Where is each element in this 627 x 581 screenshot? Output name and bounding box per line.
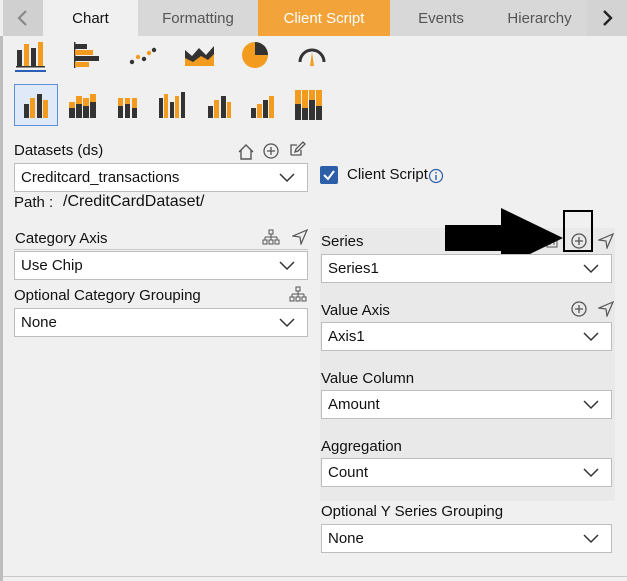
left-divider [0, 36, 3, 581]
add-value-axis-icon[interactable] [570, 300, 588, 318]
hierarchy-icon[interactable] [262, 229, 280, 247]
area-chart-icon[interactable] [184, 42, 216, 68]
chevron-left-icon [17, 10, 27, 26]
optional-category-grouping-value: None [21, 314, 57, 331]
chevron-down-icon [583, 332, 599, 342]
value-axis-select[interactable]: Axis1 [321, 322, 612, 351]
add-series-icon[interactable] [570, 232, 588, 250]
tab-formatting-label: Formatting [162, 9, 234, 27]
chevron-down-icon [279, 173, 295, 183]
dataset-select[interactable]: Creditcard_transactions [14, 163, 308, 192]
value-column-value: Amount [328, 396, 380, 413]
chevron-down-icon [583, 534, 599, 544]
value-column-select[interactable]: Amount [321, 390, 612, 419]
path-value: /CreditCardDataset/ [63, 193, 205, 210]
info-icon[interactable] [428, 168, 444, 184]
aggregation-select[interactable]: Count [321, 458, 612, 487]
optional-category-grouping-select[interactable]: None [14, 308, 308, 337]
clustered-column-variant-icon[interactable] [22, 90, 52, 120]
chevron-down-icon [583, 468, 599, 478]
navigate-icon[interactable] [598, 233, 614, 249]
category-axis-select[interactable]: Use Chip [14, 251, 308, 280]
stacked-column-variant-icon[interactable] [68, 90, 98, 120]
tab-formatting[interactable]: Formatting [138, 0, 258, 36]
value-axis-label: Value Axis [321, 302, 390, 319]
series-select[interactable]: Series1 [321, 254, 612, 283]
client-script-checkbox[interactable] [320, 166, 338, 184]
tab-chart-label: Chart [72, 9, 109, 27]
percent-stacked-column-variant-icon[interactable] [114, 92, 144, 120]
tab-client-script[interactable]: Client Script [258, 0, 390, 36]
scatter-chart-icon[interactable] [128, 45, 158, 67]
grouped-column-variant-icon[interactable] [158, 90, 188, 120]
client-script-label: Client Script [347, 166, 428, 183]
series-label: Series [321, 233, 364, 250]
aggregation-label: Aggregation [321, 438, 402, 455]
ascending-column-variant-icon[interactable] [248, 92, 278, 120]
scroll-tabs-right-button[interactable] [587, 0, 627, 36]
bottom-divider [3, 576, 627, 577]
tab-hierarchy[interactable]: Hierarchy [492, 0, 587, 36]
column-chart-icon[interactable] [16, 40, 46, 68]
navigate-icon[interactable] [292, 229, 308, 245]
category-axis-divider [14, 249, 308, 250]
bar-chart-icon[interactable] [72, 42, 102, 68]
tab-events[interactable]: Events [390, 0, 492, 36]
path-label: Path : [14, 194, 54, 211]
datasets-label: Datasets (ds) [14, 142, 104, 159]
tab-bar: Chart Formatting Client Script Events Hi… [3, 0, 627, 36]
home-icon[interactable] [237, 143, 255, 161]
navigate-icon[interactable] [598, 301, 614, 317]
optional-category-grouping-label: Optional Category Grouping [14, 287, 201, 304]
chevron-down-icon [279, 261, 295, 271]
chevron-down-icon [583, 264, 599, 274]
tab-hierarchy-label: Hierarchy [507, 9, 572, 27]
hierarchy-icon[interactable] [289, 286, 307, 304]
optional-y-series-grouping-label: Optional Y Series Grouping [321, 503, 504, 520]
dataset-select-value: Creditcard_transactions [21, 169, 180, 186]
value-axis-value: Axis1 [328, 328, 365, 345]
optional-y-series-grouping-value: None [328, 530, 364, 547]
edit-dataset-icon[interactable] [288, 141, 306, 159]
chevron-down-icon [583, 400, 599, 410]
add-dataset-icon[interactable] [262, 142, 280, 160]
chevron-down-icon [279, 318, 295, 328]
tab-client-script-label: Client Script [283, 9, 365, 27]
tab-events-label: Events [418, 9, 464, 27]
tab-chart[interactable]: Chart [43, 0, 138, 36]
optional-y-series-grouping-select[interactable]: None [321, 524, 612, 553]
scroll-tabs-left-button[interactable] [3, 0, 43, 36]
chevron-right-icon [603, 10, 613, 26]
full-stacked-column-variant-icon[interactable] [294, 88, 324, 122]
gauge-chart-icon[interactable] [296, 40, 328, 70]
value-column-label: Value Column [321, 370, 415, 387]
small-column-variant-icon[interactable] [204, 92, 234, 120]
category-axis-label: Category Axis [15, 230, 108, 247]
checkmark-icon [323, 170, 335, 181]
series-value: Series1 [328, 260, 379, 277]
aggregation-value: Count [328, 464, 369, 481]
category-axis-value: Use Chip [21, 257, 83, 274]
selected-chart-type-indicator [15, 70, 46, 72]
pie-chart-icon[interactable] [240, 40, 270, 70]
